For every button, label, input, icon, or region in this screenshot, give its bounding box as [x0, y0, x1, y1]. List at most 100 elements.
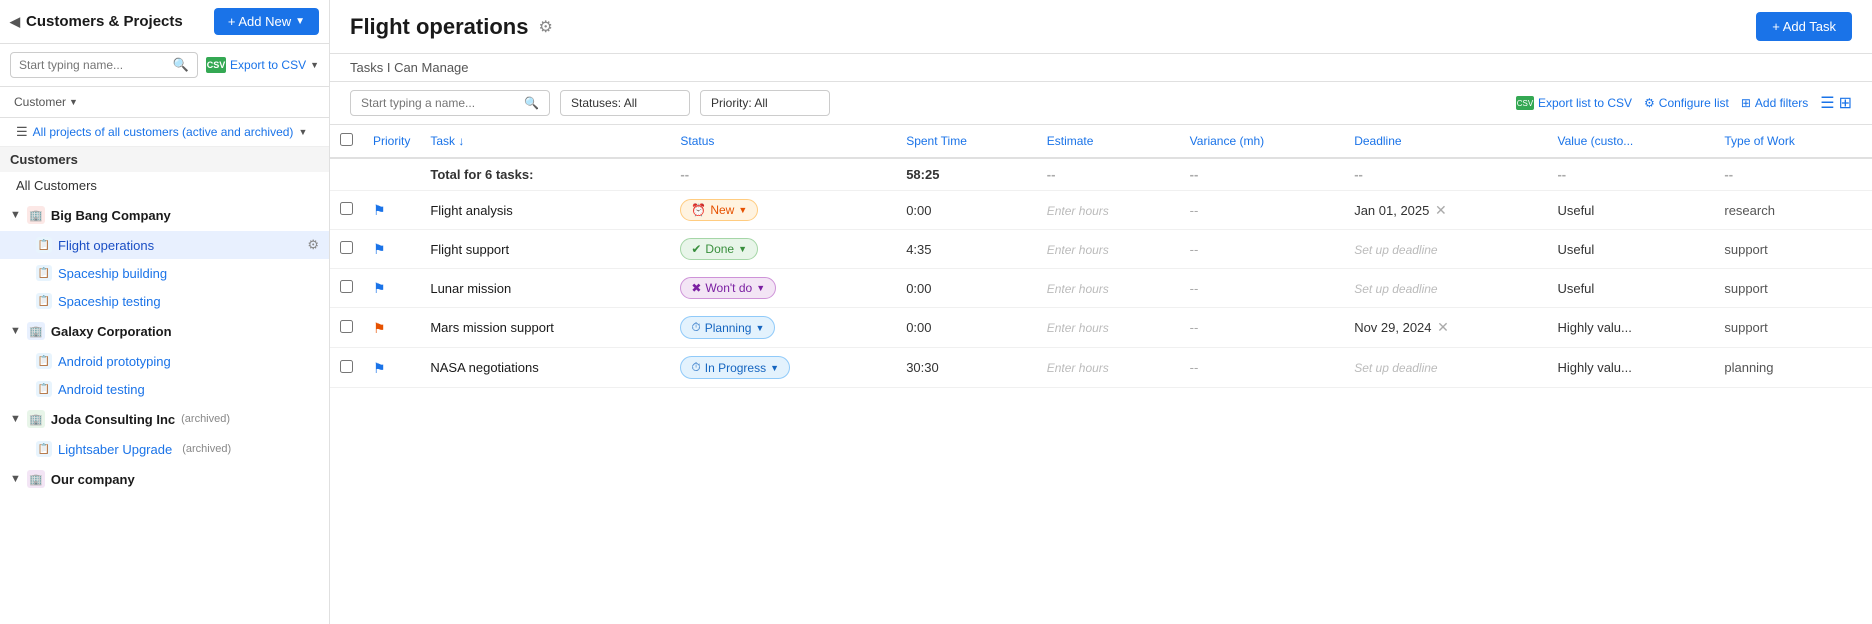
row-estimate-cell: Enter hours — [1037, 230, 1180, 269]
estimate-input[interactable]: Enter hours — [1047, 361, 1109, 375]
status-badge[interactable]: ⏱ In Progress ▼ — [680, 356, 790, 379]
estimate-input[interactable]: Enter hours — [1047, 204, 1109, 218]
grid-view-icon[interactable]: ⊞ — [1839, 93, 1852, 113]
row-spent-cell: 4:35 — [896, 230, 1037, 269]
total-value-cell: -- — [1547, 158, 1714, 191]
status-badge[interactable]: ⏱ Planning ▼ — [680, 316, 775, 339]
configure-label: Configure list — [1659, 96, 1729, 110]
estimate-input[interactable]: Enter hours — [1047, 282, 1109, 296]
project-icon-android-proto: 📋 — [36, 353, 52, 369]
type-text: support — [1724, 242, 1767, 257]
main-gear-button[interactable]: ⚙ — [538, 17, 552, 37]
sidebar-item-android-prototyping[interactable]: 📋 Android prototyping — [0, 347, 329, 375]
project-icon-spaceship-building: 📋 — [36, 265, 52, 281]
task-name: Lunar mission — [430, 281, 511, 296]
row-priority-cell: ⚑ — [363, 269, 420, 308]
row-spent-cell: 0:00 — [896, 308, 1037, 348]
header-priority: Priority — [363, 125, 420, 158]
add-task-button[interactable]: + Add Task — [1756, 12, 1852, 41]
total-label-cell: Total for 6 tasks: — [420, 158, 670, 191]
sidebar-item-flight-operations[interactable]: 📋 Flight operations ⚙ — [0, 231, 329, 259]
all-projects-row[interactable]: ☰ All projects of all customers (active … — [0, 118, 329, 147]
sidebar-search-input[interactable] — [19, 58, 167, 72]
sidebar-item-android-testing[interactable]: 📋 Android testing — [0, 375, 329, 403]
toolbar-right: CSV Export list to CSV ⚙ Configure list … — [1516, 93, 1852, 113]
main-toolbar: 🔍 Statuses: All Priority: All CSV Export… — [330, 82, 1872, 125]
select-all-checkbox[interactable] — [340, 133, 353, 146]
sidebar-item-spaceship-testing[interactable]: 📋 Spaceship testing — [0, 287, 329, 315]
header-estimate: Estimate — [1037, 125, 1180, 158]
spent-time-value: 0:00 — [906, 281, 931, 296]
add-task-label: + Add Task — [1772, 19, 1836, 34]
sidebar-all-customers[interactable]: All Customers — [0, 172, 329, 199]
row-value-cell: Useful — [1547, 191, 1714, 230]
priority-filter[interactable]: Priority: All — [700, 90, 830, 116]
set-deadline-link[interactable]: Set up deadline — [1354, 282, 1437, 296]
task-search-input[interactable] — [361, 96, 518, 110]
task-search-icon: 🔍 — [524, 96, 539, 110]
section-ourcompany: ▼ 🏢 Our company — [0, 463, 329, 495]
row-status-cell: ⏱ Planning ▼ — [670, 308, 896, 348]
section-ourcompany-header[interactable]: ▼ 🏢 Our company — [0, 463, 329, 495]
estimate-input[interactable]: Enter hours — [1047, 243, 1109, 257]
row-value-cell: Useful — [1547, 230, 1714, 269]
row-checkbox[interactable] — [340, 241, 353, 254]
add-filters-button[interactable]: ⊞ Add filters — [1741, 96, 1808, 110]
total-type-cell: -- — [1714, 158, 1872, 191]
value-text: Highly valu... — [1557, 360, 1631, 375]
section-galaxy: ▼ 🏢 Galaxy Corporation 📋 Android prototy… — [0, 315, 329, 403]
deadline-clear-button[interactable]: ✕ — [1435, 319, 1451, 336]
row-priority-cell: ⚑ — [363, 348, 420, 388]
set-deadline-link[interactable]: Set up deadline — [1354, 361, 1437, 375]
status-badge[interactable]: ⏰ New ▼ — [680, 199, 758, 221]
section-joda: ▼ 🏢 Joda Consulting Inc (archived) 📋 Lig… — [0, 403, 329, 463]
add-filters-icon: ⊞ — [1741, 96, 1751, 110]
table-row: ⚑ Flight support ✔ Done ▼ 4:35 Enter hou… — [330, 230, 1872, 269]
row-checkbox[interactable] — [340, 280, 353, 293]
add-new-button[interactable]: + Add New ▼ — [214, 8, 319, 35]
row-type-cell: support — [1714, 308, 1872, 348]
section-bigbang-header[interactable]: ▼ 🏢 Big Bang Company — [0, 199, 329, 231]
row-variance-cell: -- — [1180, 348, 1345, 388]
status-label: New — [710, 203, 734, 217]
customer-filter-button[interactable]: Customer ▼ — [10, 93, 82, 111]
deadline-clear-button[interactable]: ✕ — [1433, 202, 1449, 219]
row-value-cell: Highly valu... — [1547, 308, 1714, 348]
configure-list-button[interactable]: ⚙ Configure list — [1644, 96, 1729, 110]
task-name: Mars mission support — [430, 320, 554, 335]
status-label: In Progress — [705, 361, 766, 375]
row-task-cell: Flight analysis — [420, 191, 670, 230]
total-estimate-cell: -- — [1037, 158, 1180, 191]
section-galaxy-header[interactable]: ▼ 🏢 Galaxy Corporation — [0, 315, 329, 347]
row-checkbox[interactable] — [340, 202, 353, 215]
gear-icon-flight-ops[interactable]: ⚙ — [307, 237, 319, 253]
row-checkbox[interactable] — [340, 320, 353, 333]
status-icon: ⏱ — [691, 360, 700, 375]
export-list-button[interactable]: CSV Export list to CSV — [1516, 96, 1632, 110]
list-view-icon[interactable]: ☰ — [1820, 93, 1834, 113]
row-task-cell: Flight support — [420, 230, 670, 269]
total-spent-cell: 58:25 — [896, 158, 1037, 191]
sidebar-export-button[interactable]: CSV Export to CSV ▼ — [206, 57, 319, 73]
sidebar-item-spaceship-building[interactable]: 📋 Spaceship building — [0, 259, 329, 287]
estimate-input[interactable]: Enter hours — [1047, 321, 1109, 335]
sidebar: ◀ Customers & Projects + Add New ▼ 🔍 CSV… — [0, 0, 330, 624]
project-icon-flight-ops: 📋 — [36, 237, 52, 253]
status-badge[interactable]: ✖ Won't do ▼ — [680, 277, 776, 299]
status-badge[interactable]: ✔ Done ▼ — [680, 238, 758, 260]
row-value-cell: Useful — [1547, 269, 1714, 308]
section-joda-header[interactable]: ▼ 🏢 Joda Consulting Inc (archived) — [0, 403, 329, 435]
set-deadline-link[interactable]: Set up deadline — [1354, 243, 1437, 257]
add-filters-label: Add filters — [1755, 96, 1808, 110]
type-text: research — [1724, 203, 1775, 218]
main-subtitle: Tasks I Can Manage — [330, 54, 1872, 82]
statuses-filter[interactable]: Statuses: All — [560, 90, 690, 116]
priority-flag-icon: ⚑ — [373, 202, 385, 216]
sidebar-title-text: Customers & Projects — [26, 13, 183, 30]
section-joda-toggle-icon: ▼ — [10, 413, 21, 425]
status-label: Done — [705, 242, 734, 256]
collapse-icon[interactable]: ◀ — [10, 14, 20, 30]
total-priority-cell — [363, 158, 420, 191]
row-checkbox[interactable] — [340, 360, 353, 373]
sidebar-item-lightsaber[interactable]: 📋 Lightsaber Upgrade (archived) — [0, 435, 329, 463]
